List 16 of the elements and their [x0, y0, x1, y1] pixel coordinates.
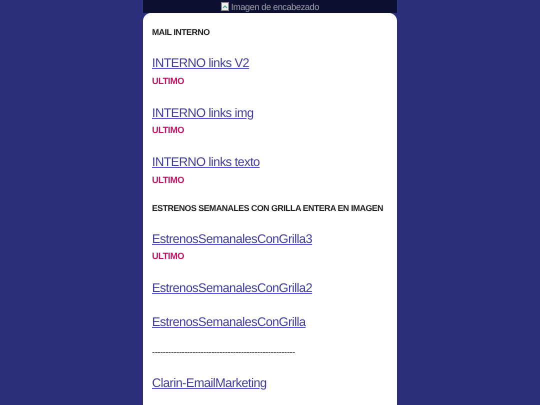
mail-link[interactable]: INTERNO links V2 — [152, 54, 250, 72]
mail-link[interactable]: INTERNO links img — [152, 104, 254, 122]
mail-link[interactable]: EstrenosSemanalesConGrilla — [152, 313, 306, 331]
mail-link[interactable]: EstrenosSemanalesConGrilla3 — [152, 230, 312, 248]
header-image-alt-text: Imagen de encabezado — [230, 2, 320, 12]
mail-link[interactable]: INTERNO links texto — [152, 153, 260, 171]
mail-link[interactable]: Clarin-EmailMarketing — [152, 374, 267, 392]
latest-label: ULTIMO — [152, 74, 186, 88]
dashed-separator: ----------------------------------------------------- — [152, 346, 296, 358]
latest-label: ULTIMO — [152, 250, 186, 263]
latest-label: ULTIMO — [152, 124, 186, 137]
latest-label: ULTIMO — [152, 174, 186, 186]
broken-image-icon — [220, 2, 229, 11]
mail-link[interactable]: EstrenosSemanalesConGrilla2 — [152, 279, 312, 297]
section-heading: MAIL INTERNO — [152, 26, 211, 38]
section-heading: ESTRENOS SEMANALES CON GRILLA ENTERA EN IMAGEN — [152, 202, 384, 214]
